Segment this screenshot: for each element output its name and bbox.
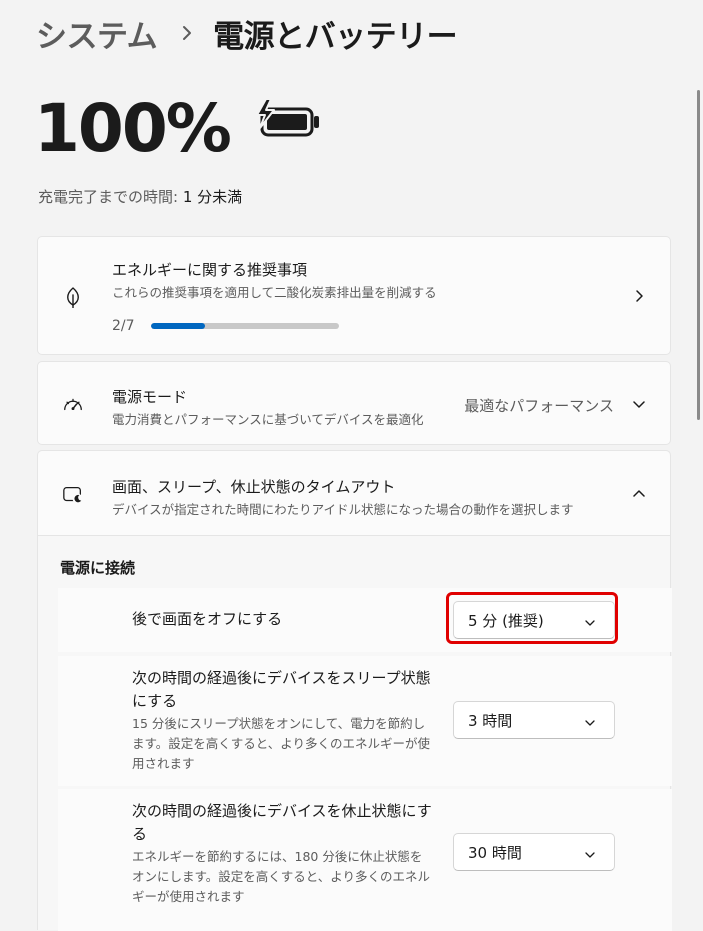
energy-progress-fill [151, 323, 205, 329]
chevron-right-icon [181, 24, 193, 42]
dropdown-value: 30 時間 [468, 843, 522, 862]
power-mode-subtitle: 電力消費とパフォーマンスに基づいてデバイスを最適化 [112, 412, 424, 427]
battery-percent: 100% [34, 89, 232, 167]
energy-progress-label: 2/7 [112, 318, 135, 334]
setting-title: 次の時間の経過後にデバイスを休止状態にする [132, 802, 432, 843]
setting-row-hibernate: 次の時間の経過後にデバイスを休止状態にする エネルギーを節約するには、180 分… [58, 789, 672, 931]
breadcrumb-parent[interactable]: システム [36, 11, 158, 56]
hibernate-dropdown[interactable]: 30 時間 [453, 833, 615, 871]
setting-title: 次の時間の経過後にデバイスをスリープ状態にする [132, 669, 431, 710]
screen-sleep-icon [62, 484, 84, 506]
gauge-icon [62, 393, 84, 415]
chevron-right-icon [632, 289, 646, 303]
charge-time-value: 1 分未満 [182, 188, 243, 206]
energy-card-subtitle: これらの推奨事項を適用して二酸化炭素排出量を削減する [112, 285, 437, 300]
dropdown-value: 3 時間 [468, 711, 513, 730]
charge-time-label: 充電完了までの時間: [38, 188, 179, 206]
charge-time: 充電完了までの時間: 1 分未満 [38, 186, 242, 207]
chevron-down-icon[interactable] [632, 397, 646, 411]
setting-title: 後で画面をオフにする [132, 610, 283, 628]
chevron-down-icon [584, 714, 596, 733]
power-mode-card[interactable]: 電源モード 電力消費とパフォーマンスに基づいてデバイスを最適化 最適なパフォーマ… [37, 361, 671, 445]
timeout-card-subtitle: デバイスが指定された時間にわたりアイドル状態になった場合の動作を選択します [112, 502, 574, 517]
power-mode-title: 電源モード [112, 388, 188, 406]
timeout-card-title: 画面、スリープ、休止状態のタイムアウト [112, 478, 396, 496]
page-title: 電源とバッテリー [213, 18, 458, 55]
highlight-box [446, 592, 618, 644]
scrollbar[interactable] [697, 90, 700, 420]
setting-description: 15 分後にスリープ状態をオンにして、電力を節約します。設定を高くすると、より多… [132, 716, 431, 771]
timeout-card: 画面、スリープ、休止状態のタイムアウト デバイスが指定された時間にわたりアイドル… [37, 450, 672, 931]
battery-charging-icon [254, 97, 324, 143]
energy-recommendations-card[interactable]: エネルギーに関する推奨事項 これらの推奨事項を適用して二酸化炭素排出量を削減する… [37, 236, 671, 355]
power-mode-value[interactable]: 最適なパフォーマンス [464, 395, 614, 416]
leaf-icon [62, 286, 84, 308]
sleep-dropdown[interactable]: 3 時間 [453, 701, 615, 739]
breadcrumb: システム 電源とバッテリー [36, 10, 458, 56]
energy-progress-bar [151, 323, 339, 329]
chevron-up-icon[interactable] [632, 487, 646, 501]
battery-status: 100% [34, 86, 324, 170]
section-label-plugged-in: 電源に接続 [60, 559, 136, 577]
setting-description: エネルギーを節約するには、180 分後に休止状態をオンにします。設定を高くすると… [132, 849, 431, 904]
chevron-down-icon [584, 846, 596, 865]
timeout-card-header[interactable]: 画面、スリープ、休止状態のタイムアウト デバイスが指定された時間にわたりアイドル… [38, 451, 670, 536]
setting-row-sleep: 次の時間の経過後にデバイスをスリープ状態にする 15 分後にスリープ状態をオンに… [58, 656, 672, 786]
energy-card-title: エネルギーに関する推奨事項 [112, 261, 308, 279]
